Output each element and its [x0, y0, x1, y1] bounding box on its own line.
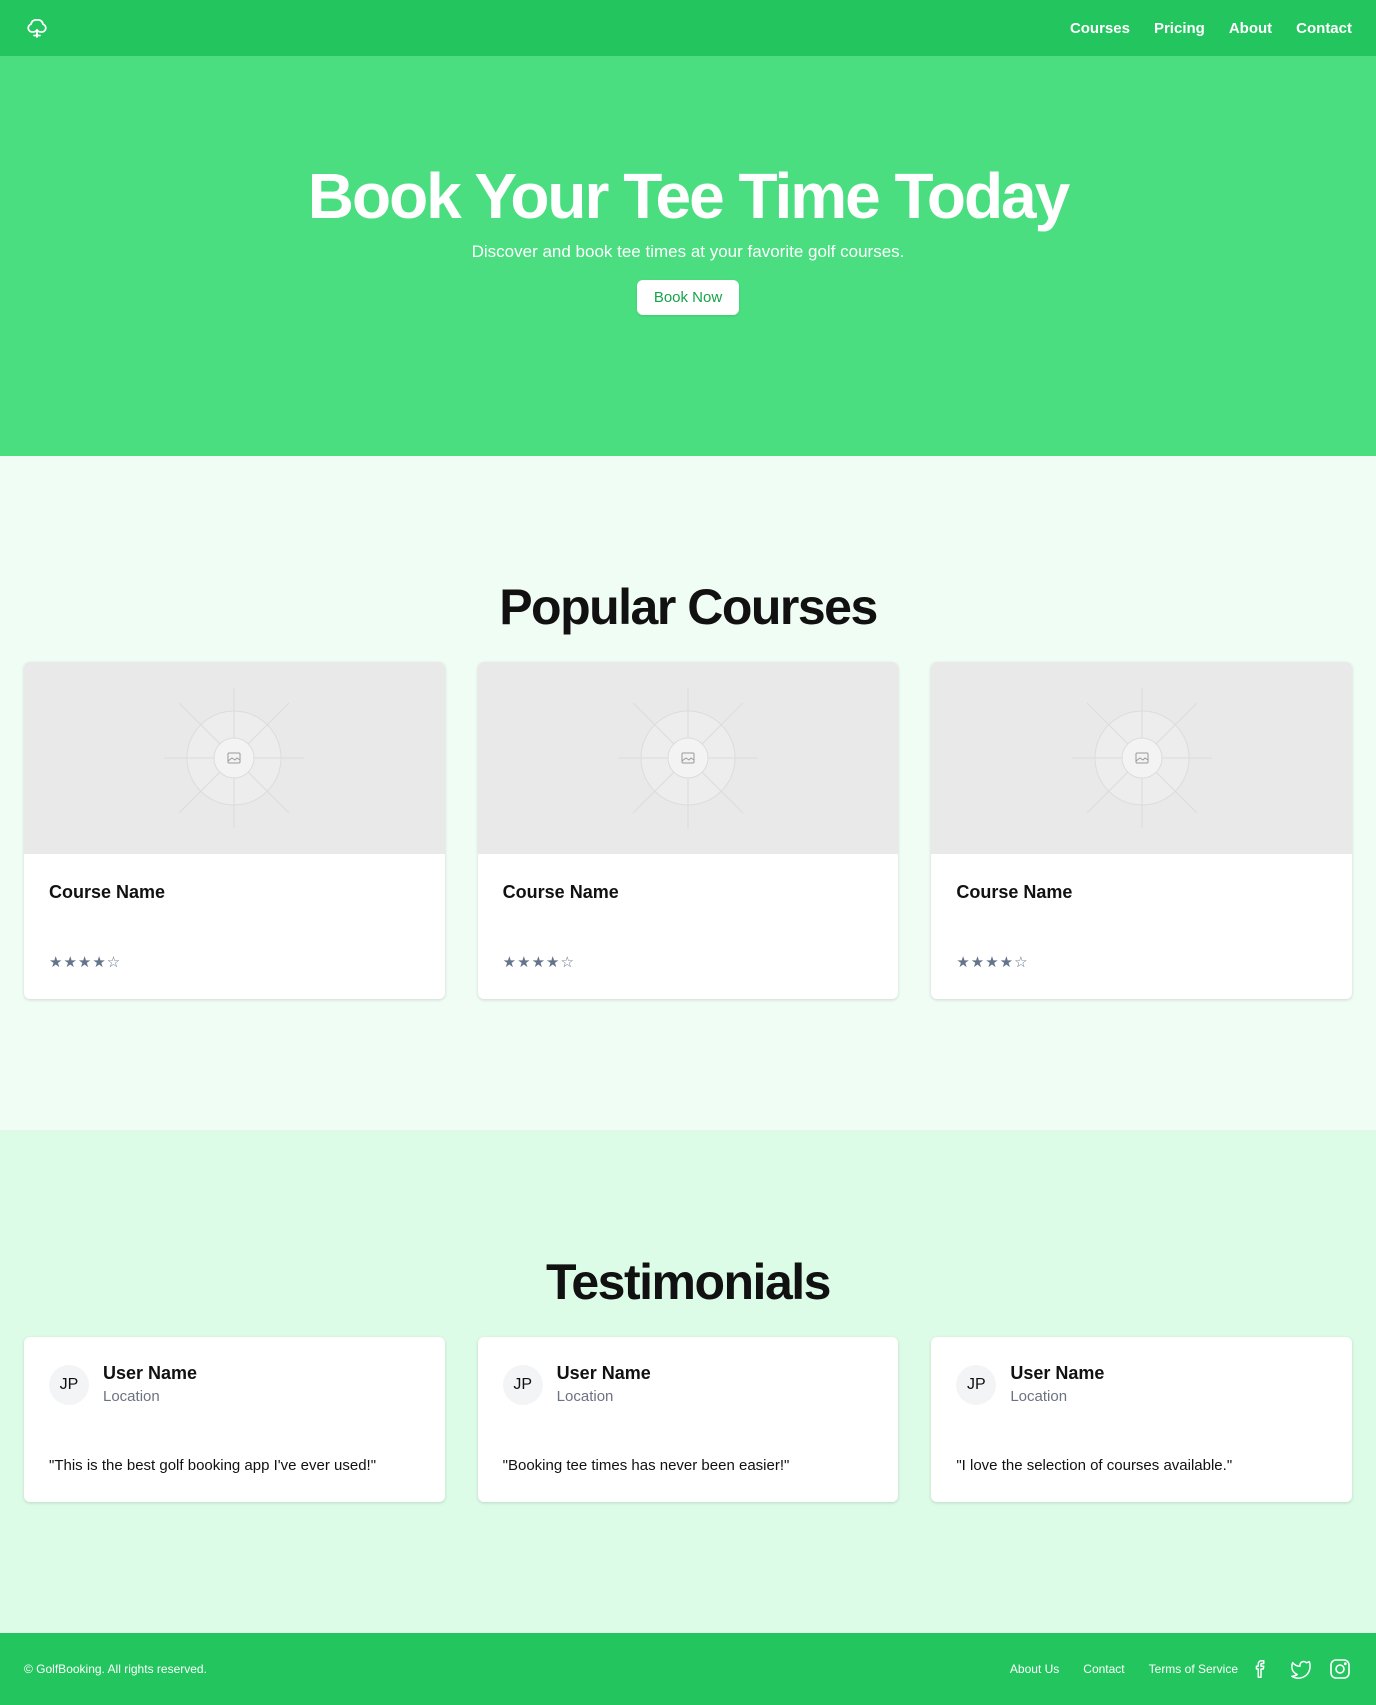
avatar: JP — [956, 1365, 997, 1405]
testimonial-card: JP User Name Location "Booking tee times… — [477, 1337, 899, 1502]
twitter-icon[interactable] — [1288, 1658, 1312, 1680]
user-name: User Name — [556, 1363, 651, 1383]
book-now-button[interactable]: Book Now — [636, 279, 740, 315]
nav-link-contact[interactable]: Contact — [1296, 20, 1352, 37]
section-title: Testimonials — [546, 1254, 831, 1310]
course-image-placeholder — [24, 662, 445, 854]
leaf-icon[interactable] — [24, 15, 50, 41]
avatar: JP — [49, 1365, 89, 1405]
user-location: Location — [103, 1388, 160, 1405]
course-grid: Course Name ★★★★☆ Course Name ★★★★☆ Cour… — [0, 662, 1376, 999]
hero-title: Book Your Tee Time Today — [307, 159, 1070, 232]
image-placeholder-icon — [164, 688, 305, 828]
course-name: Course Name — [956, 882, 1073, 902]
nav-link-courses[interactable]: Courses — [1070, 20, 1130, 37]
footer: © GolfBooking. All rights reserved. Abou… — [0, 1633, 1376, 1705]
testimonial-quote: "This is the best golf booking app I've … — [49, 1457, 377, 1474]
image-placeholder-icon — [618, 688, 758, 828]
star-rating: ★★★★☆ — [502, 954, 575, 971]
facebook-icon[interactable] — [1250, 1658, 1272, 1680]
copyright-text: © GolfBooking. All rights reserved. — [24, 1662, 207, 1676]
user-location: Location — [556, 1388, 614, 1405]
user-name: User Name — [1010, 1363, 1105, 1383]
testimonial-card: JP User Name Location "This is the best … — [24, 1337, 445, 1502]
top-nav: Courses Pricing About Contact — [0, 0, 1376, 56]
hero-section: Book Your Tee Time Today Discover and bo… — [0, 56, 1376, 456]
testimonial-grid: JP User Name Location "This is the best … — [0, 1337, 1376, 1502]
image-placeholder-icon — [1071, 688, 1212, 828]
hero-subtitle: Discover and book tee times at your favo… — [471, 241, 905, 261]
footer-link-contact[interactable]: Contact — [1083, 1662, 1124, 1676]
testimonial-quote: "Booking tee times has never been easier… — [502, 1457, 790, 1474]
section-title: Popular Courses — [499, 579, 878, 635]
course-image-placeholder — [931, 662, 1353, 854]
star-rating: ★★★★☆ — [956, 954, 1029, 971]
instagram-icon[interactable] — [1328, 1657, 1352, 1681]
course-card[interactable]: Course Name ★★★★☆ — [931, 662, 1353, 999]
course-card[interactable]: Course Name ★★★★☆ — [24, 662, 445, 999]
testimonial-quote: "I love the selection of courses availab… — [956, 1457, 1233, 1474]
avatar: JP — [502, 1365, 543, 1405]
testimonials-section: Testimonials JP User Name Location "This… — [0, 1130, 1376, 1633]
course-image-placeholder — [477, 662, 899, 854]
footer-link-terms[interactable]: Terms of Service — [1149, 1662, 1238, 1676]
course-card[interactable]: Course Name ★★★★☆ — [477, 662, 899, 999]
course-name: Course Name — [49, 882, 166, 902]
user-name: User Name — [103, 1363, 198, 1383]
nav-link-pricing[interactable]: Pricing — [1154, 20, 1205, 37]
user-location: Location — [1010, 1388, 1068, 1405]
popular-courses-section: Popular Courses Course Name ★★★★☆ Course… — [0, 456, 1376, 1130]
nav-link-about[interactable]: About — [1229, 20, 1272, 37]
footer-link-about-us[interactable]: About Us — [1010, 1662, 1059, 1676]
star-rating: ★★★★☆ — [49, 954, 122, 971]
testimonial-card: JP User Name Location "I love the select… — [931, 1337, 1353, 1502]
nav-links: Courses Pricing About Contact — [1070, 20, 1352, 37]
course-name: Course Name — [502, 882, 619, 902]
